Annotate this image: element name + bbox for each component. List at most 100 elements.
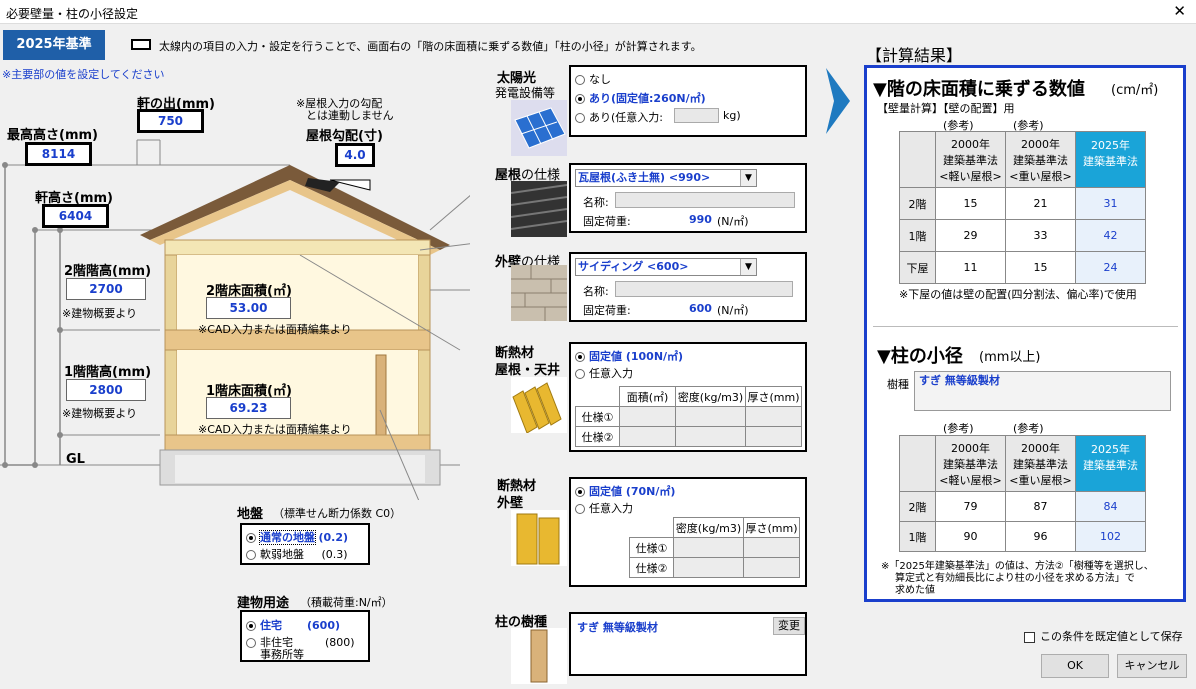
- title-bar: 必要壁量・柱の小径設定 ✕: [0, 0, 1196, 24]
- ok-button[interactable]: OK: [1041, 654, 1109, 678]
- result-panel: ▼階の床面積に乗ずる数値 (cm/㎡) 【壁量計算】【壁の配置】用 (参考) (…: [864, 65, 1186, 602]
- wall-name-input[interactable]: [615, 281, 793, 297]
- column-header: 面積(㎡): [619, 386, 676, 407]
- radio-icon[interactable]: [246, 621, 256, 631]
- column-header: 密度(kg/m3): [673, 517, 744, 538]
- ins-wall-table: 密度(kg/m3) 厚さ(mm) 仕様① 仕様②: [629, 517, 800, 578]
- roof-name-input[interactable]: [615, 192, 795, 208]
- checkbox-icon[interactable]: [1024, 631, 1035, 643]
- wall-name-label: 名称:: [583, 285, 609, 298]
- roof-pitch-input[interactable]: 4.0: [335, 143, 375, 167]
- radio-icon[interactable]: [246, 638, 256, 648]
- ins-wall-option-custom[interactable]: 任意入力: [575, 500, 633, 516]
- wall-select[interactable]: サイディング <600> ▼: [575, 258, 757, 276]
- change-button[interactable]: 変更: [773, 617, 805, 635]
- ins-roof-option-fixed[interactable]: 固定値 (100N/㎡): [575, 348, 683, 364]
- f2-area-value: 53.00: [206, 297, 291, 319]
- insulation-roof-icon: [511, 377, 567, 433]
- cell-input[interactable]: [619, 406, 676, 427]
- f2-height-value: 2700: [66, 278, 146, 300]
- ground-option-normal[interactable]: 通常の地盤 (0.2): [246, 529, 348, 545]
- usage-label: 建物用途: [237, 596, 290, 611]
- floor-coef-table: 2000年 建築基準法 <軽い屋根> 2000年 建築基準法 <重い屋根> 2025年建…: [899, 131, 1146, 284]
- eave-out-input[interactable]: 750: [137, 109, 204, 133]
- table-row: 2階 79 87 84: [899, 491, 1146, 522]
- ins-wall-panel: 固定値 (70N/㎡) 任意入力 密度(kg/m3) 厚さ(mm) 仕様① 仕様②: [569, 477, 807, 587]
- col-2000-light: 2000年 建築基準法 <軽い屋根>: [935, 435, 1006, 492]
- table-row: 1階 90 96 102: [899, 521, 1146, 552]
- solar-custom-unit: kg): [723, 109, 741, 122]
- window-title: 必要壁量・柱の小径設定: [6, 7, 139, 21]
- radio-icon[interactable]: [575, 487, 585, 497]
- row-label: 仕様②: [629, 557, 674, 578]
- save-default-checkbox[interactable]: この条件を既定値として保存: [1024, 628, 1183, 644]
- ins-wall-label2: 外壁: [497, 496, 524, 511]
- siding-icon: [511, 265, 567, 321]
- f1-height-label: 1階階高(mm): [64, 365, 152, 380]
- cell-input[interactable]: [743, 557, 800, 578]
- radio-icon[interactable]: [575, 352, 585, 362]
- solar-sublabel: 発電設備等: [495, 86, 556, 100]
- roof-panel: 瓦屋根(ふき土無) <990> ▼ 名称: 固定荷重: 990 (N/㎡): [569, 163, 807, 233]
- roof-select[interactable]: 瓦屋根(ふき土無) <990> ▼: [575, 169, 757, 187]
- solar-panel-icon: [511, 100, 567, 156]
- radio-icon[interactable]: [575, 504, 585, 514]
- standard-badge: 2025年基準: [3, 30, 105, 60]
- cell-input[interactable]: [745, 406, 802, 427]
- cell-input[interactable]: [619, 426, 676, 447]
- cell-input[interactable]: [675, 426, 746, 447]
- table-row: 2階 15 21 31: [899, 187, 1146, 220]
- cell-input[interactable]: [675, 406, 746, 427]
- chevron-down-icon[interactable]: ▼: [740, 170, 756, 186]
- table-row: 1階 29 33 42: [899, 219, 1146, 252]
- wall-panel: サイディング <600> ▼ 名称: 固定荷重: 600 (N/㎡): [569, 252, 807, 322]
- radio-icon[interactable]: [575, 75, 585, 85]
- wall-load-unit: (N/㎡): [717, 304, 749, 317]
- wall-load-value: 600: [689, 302, 712, 315]
- close-icon[interactable]: ✕: [1173, 2, 1186, 20]
- divider: [873, 326, 1178, 327]
- solar-option-none[interactable]: なし: [575, 71, 611, 87]
- cancel-button[interactable]: キャンセル: [1117, 654, 1187, 678]
- ground-panel: 通常の地盤 (0.2) 軟弱地盤 (0.3): [240, 523, 370, 565]
- usage-sublabel: （積載荷重:N/㎡）: [300, 596, 393, 609]
- row-label: 仕様①: [575, 406, 620, 427]
- column-header: 厚さ(mm): [743, 517, 800, 538]
- usage-option-house[interactable]: 住宅 (600): [246, 617, 340, 633]
- solar-option-custom[interactable]: あり(任意入力:: [575, 109, 663, 125]
- ground-option-soft[interactable]: 軟弱地盤 (0.3): [246, 546, 348, 562]
- radio-icon[interactable]: [246, 550, 256, 560]
- bold-frame-legend-icon: [131, 39, 151, 50]
- sec2-unit: (mm以上): [979, 350, 1041, 365]
- cell-input[interactable]: [743, 537, 800, 558]
- chevron-down-icon[interactable]: ▼: [740, 259, 756, 275]
- roof-name-label: 名称:: [583, 196, 609, 209]
- col-2025: 2025年 建築基準法: [1075, 435, 1146, 492]
- ref-label: (参考): [1013, 422, 1044, 435]
- row-label: 仕様①: [629, 537, 674, 558]
- ins-roof-panel: 固定値 (100N/㎡) 任意入力 面積(㎡) 密度(kg/m3) 厚さ(mm) 仕…: [569, 342, 807, 452]
- ref-label: (参考): [943, 422, 974, 435]
- pillar-species-value: すぎ 無等級製材: [577, 621, 658, 634]
- radio-icon[interactable]: [575, 369, 585, 379]
- eave-height-input[interactable]: 6404: [42, 204, 109, 228]
- max-height-input[interactable]: 8114: [25, 142, 92, 166]
- sec1-title: ▼階の床面積に乗ずる数値: [873, 79, 1085, 100]
- radio-icon[interactable]: [575, 113, 585, 123]
- ins-roof-table: 面積(㎡) 密度(kg/m3) 厚さ(mm) 仕様① 仕様②: [575, 386, 802, 447]
- cell-input[interactable]: [745, 426, 802, 447]
- f2-area-note: ※CAD入力または面積編集より: [198, 323, 352, 336]
- radio-icon[interactable]: [575, 94, 585, 104]
- radio-icon[interactable]: [246, 533, 256, 543]
- cell-input[interactable]: [673, 537, 744, 558]
- ins-wall-option-fixed[interactable]: 固定値 (70N/㎡): [575, 483, 675, 499]
- solar-option-fixed[interactable]: あり(固定値:260N/㎡): [575, 90, 706, 106]
- solar-custom-input[interactable]: [674, 108, 719, 123]
- f2-height-label: 2階階高(mm): [64, 264, 152, 279]
- ins-roof-option-custom[interactable]: 任意入力: [575, 365, 633, 381]
- col-2000-heavy: 2000年 建築基準法 <重い屋根>: [1005, 131, 1076, 188]
- solar-panel: なし あり(固定値:260N/㎡) あり(任意入力: kg): [569, 65, 807, 137]
- cell-input[interactable]: [673, 557, 744, 578]
- f1-height-value: 2800: [66, 379, 146, 401]
- ground-sublabel: （標準せん断力係数 C0）: [273, 507, 402, 520]
